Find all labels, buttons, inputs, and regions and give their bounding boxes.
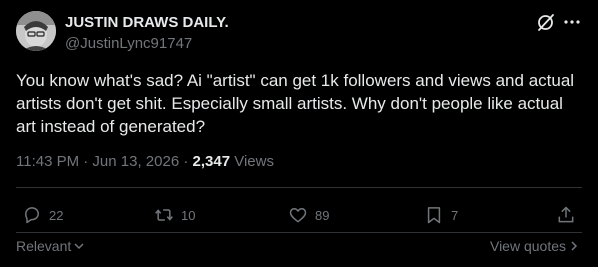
- reply-count: 22: [49, 207, 64, 223]
- bookmark-button[interactable]: 7: [424, 203, 458, 227]
- divider: [16, 187, 582, 188]
- sort-dropdown[interactable]: Relevant: [16, 238, 85, 254]
- repost-count: 10: [181, 207, 196, 223]
- sort-label: Relevant: [16, 238, 72, 254]
- views-count: 2,347: [192, 153, 231, 170]
- view-quotes-label: View quotes: [489, 238, 566, 254]
- repost-button[interactable]: 10: [154, 203, 195, 227]
- more-icon[interactable]: [563, 12, 581, 32]
- like-icon: [289, 208, 307, 223]
- tweet-meta: 11:43 PM · Jun 13, 2026 · 2,347 Views: [16, 153, 274, 170]
- share-button[interactable]: [556, 203, 576, 227]
- chevron-down-icon: [74, 243, 84, 250]
- like-count: 89: [315, 207, 330, 223]
- user-handle[interactable]: @JustinLync91747: [65, 35, 192, 52]
- bookmark-icon: [427, 207, 441, 224]
- like-button[interactable]: 89: [288, 203, 329, 227]
- tweet-text: You know what's sad? Ai "artist" can get…: [16, 71, 575, 136]
- grok-icon[interactable]: [536, 12, 556, 32]
- repost-icon: [155, 209, 173, 221]
- chevron-right-icon: [571, 241, 578, 251]
- display-name[interactable]: JUSTIN DRAWS DAILY.: [65, 14, 229, 31]
- view-quotes-link[interactable]: View quotes: [490, 238, 580, 254]
- bookmark-count: 7: [451, 207, 459, 223]
- reply-button[interactable]: 22: [22, 203, 63, 227]
- reply-icon: [25, 207, 39, 224]
- avatar-image: [16, 11, 56, 51]
- share-icon: [558, 206, 574, 223]
- views-label: Views: [230, 153, 274, 170]
- divider: [16, 232, 582, 233]
- tweet-timestamp[interactable]: 11:43 PM · Jun 13, 2026 ·: [16, 153, 193, 170]
- avatar[interactable]: [16, 11, 56, 51]
